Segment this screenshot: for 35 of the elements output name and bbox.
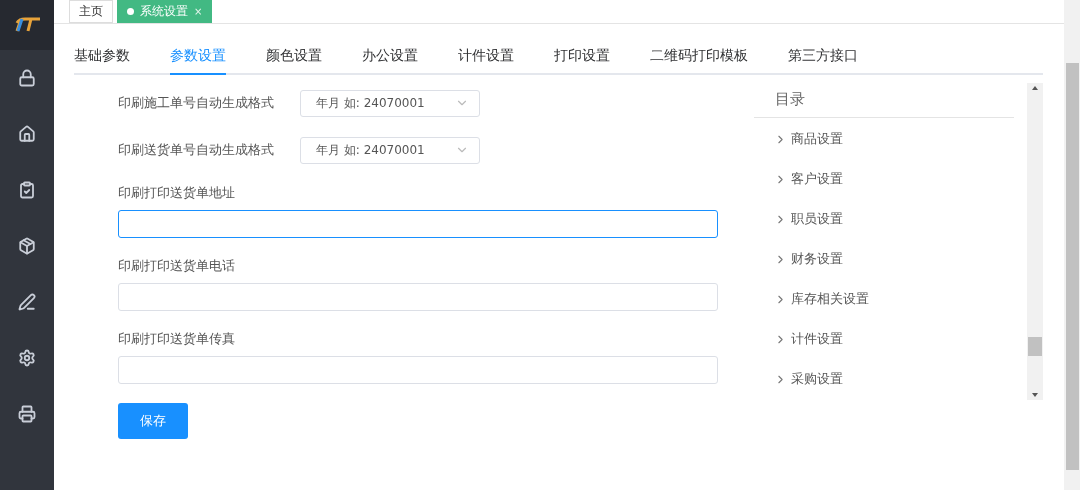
toc-item[interactable]: 商品设置 [754, 119, 1014, 159]
field-label: 印刷打印送货单地址 [118, 184, 236, 202]
field-label: 印刷打印送货单电话 [118, 257, 236, 275]
toc-item[interactable]: 采购设置 [754, 359, 1014, 399]
toc-item[interactable]: 客户设置 [754, 159, 1014, 199]
toc-item[interactable]: 库存相关设置 [754, 279, 1014, 319]
settings-icon[interactable] [18, 349, 36, 367]
toc-title: 目录 [754, 90, 1014, 118]
field-label: 印刷施工单号自动生成格式 [118, 94, 275, 112]
input-field[interactable] [118, 210, 718, 238]
format-select[interactable]: 年月 如: 24070001 [300, 89, 480, 117]
toc-item[interactable]: 计件设置 [754, 319, 1014, 359]
logo-icon [13, 17, 41, 33]
toc-item[interactable]: 职员设置 [754, 199, 1014, 239]
lock-icon[interactable] [18, 69, 36, 87]
box-icon[interactable] [18, 237, 36, 255]
toc-item[interactable]: 财务设置 [754, 239, 1014, 279]
settings-tab[interactable]: 颜色设置 [266, 47, 322, 75]
field-label: 印刷打印送货单传真 [118, 330, 236, 348]
format-select[interactable]: 年月 如: 24070001 [300, 136, 480, 164]
status-dot-icon [127, 8, 134, 15]
page-tab[interactable]: 主页 [69, 0, 113, 23]
settings-tab[interactable]: 基础参数 [74, 47, 130, 75]
home-icon[interactable] [18, 125, 36, 143]
settings-tab[interactable]: 二维码打印模板 [650, 47, 748, 75]
field-label: 印刷送货单号自动生成格式 [118, 141, 275, 159]
clipboard-check-icon[interactable] [18, 181, 36, 199]
page-scrollbar[interactable] [1064, 0, 1080, 490]
printer-icon[interactable] [18, 405, 36, 423]
settings-tab[interactable]: 打印设置 [554, 47, 610, 75]
scrollbar[interactable] [1027, 83, 1043, 400]
settings-tab[interactable]: 第三方接口 [788, 47, 858, 75]
pencil-icon[interactable] [18, 293, 36, 311]
settings-tab[interactable]: 计件设置 [458, 47, 514, 75]
settings-tab[interactable]: 办公设置 [362, 47, 418, 75]
